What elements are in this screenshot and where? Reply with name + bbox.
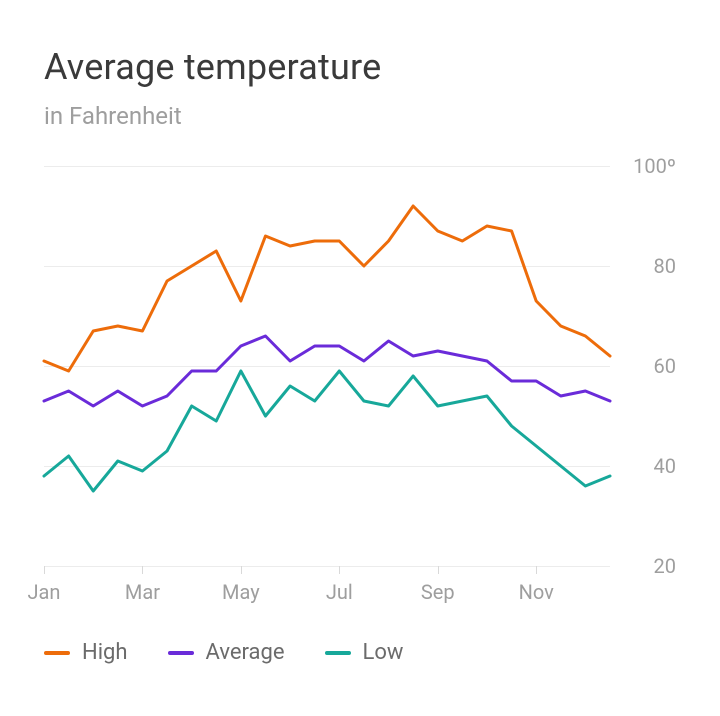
x-tick-mark xyxy=(44,566,45,574)
y-tick-label: 100º xyxy=(633,154,676,178)
y-tick-label: 80 xyxy=(654,254,676,278)
legend-item-low: Low xyxy=(325,640,404,665)
x-tick-label: Mar xyxy=(125,580,160,604)
series-line-average xyxy=(44,336,610,406)
x-tick-label: Sep xyxy=(421,580,455,604)
legend-item-high: High xyxy=(44,640,128,665)
legend: High Average Low xyxy=(44,640,676,665)
y-tick-label: 20 xyxy=(654,554,676,578)
legend-item-average: Average xyxy=(168,640,285,665)
x-tick-mark xyxy=(241,566,242,574)
y-tick-label: 60 xyxy=(654,354,676,378)
x-axis: JanMarMayJulSepNov xyxy=(44,566,610,614)
legend-label-high: High xyxy=(82,640,128,665)
plot-area: 20406080100º xyxy=(44,166,676,566)
x-tick-mark xyxy=(438,566,439,574)
x-tick-mark xyxy=(536,566,537,574)
legend-label-low: Low xyxy=(363,640,404,665)
legend-swatch-average xyxy=(168,651,194,655)
y-tick-label: 40 xyxy=(654,454,676,478)
x-tick-label: Jul xyxy=(326,580,353,604)
x-tick-label: Nov xyxy=(519,580,554,604)
legend-swatch-low xyxy=(325,651,351,655)
series-line-low xyxy=(44,371,610,491)
x-tick-mark xyxy=(339,566,340,574)
y-axis: 20406080100º xyxy=(610,166,676,566)
x-tick-label: Jan xyxy=(28,580,61,604)
chart-title: Average temperature xyxy=(44,46,676,88)
chart-subtitle: in Fahrenheit xyxy=(44,102,676,130)
x-tick-mark xyxy=(142,566,143,574)
legend-label-average: Average xyxy=(206,640,285,665)
x-tick-label: May xyxy=(222,580,260,604)
legend-swatch-high xyxy=(44,651,70,655)
